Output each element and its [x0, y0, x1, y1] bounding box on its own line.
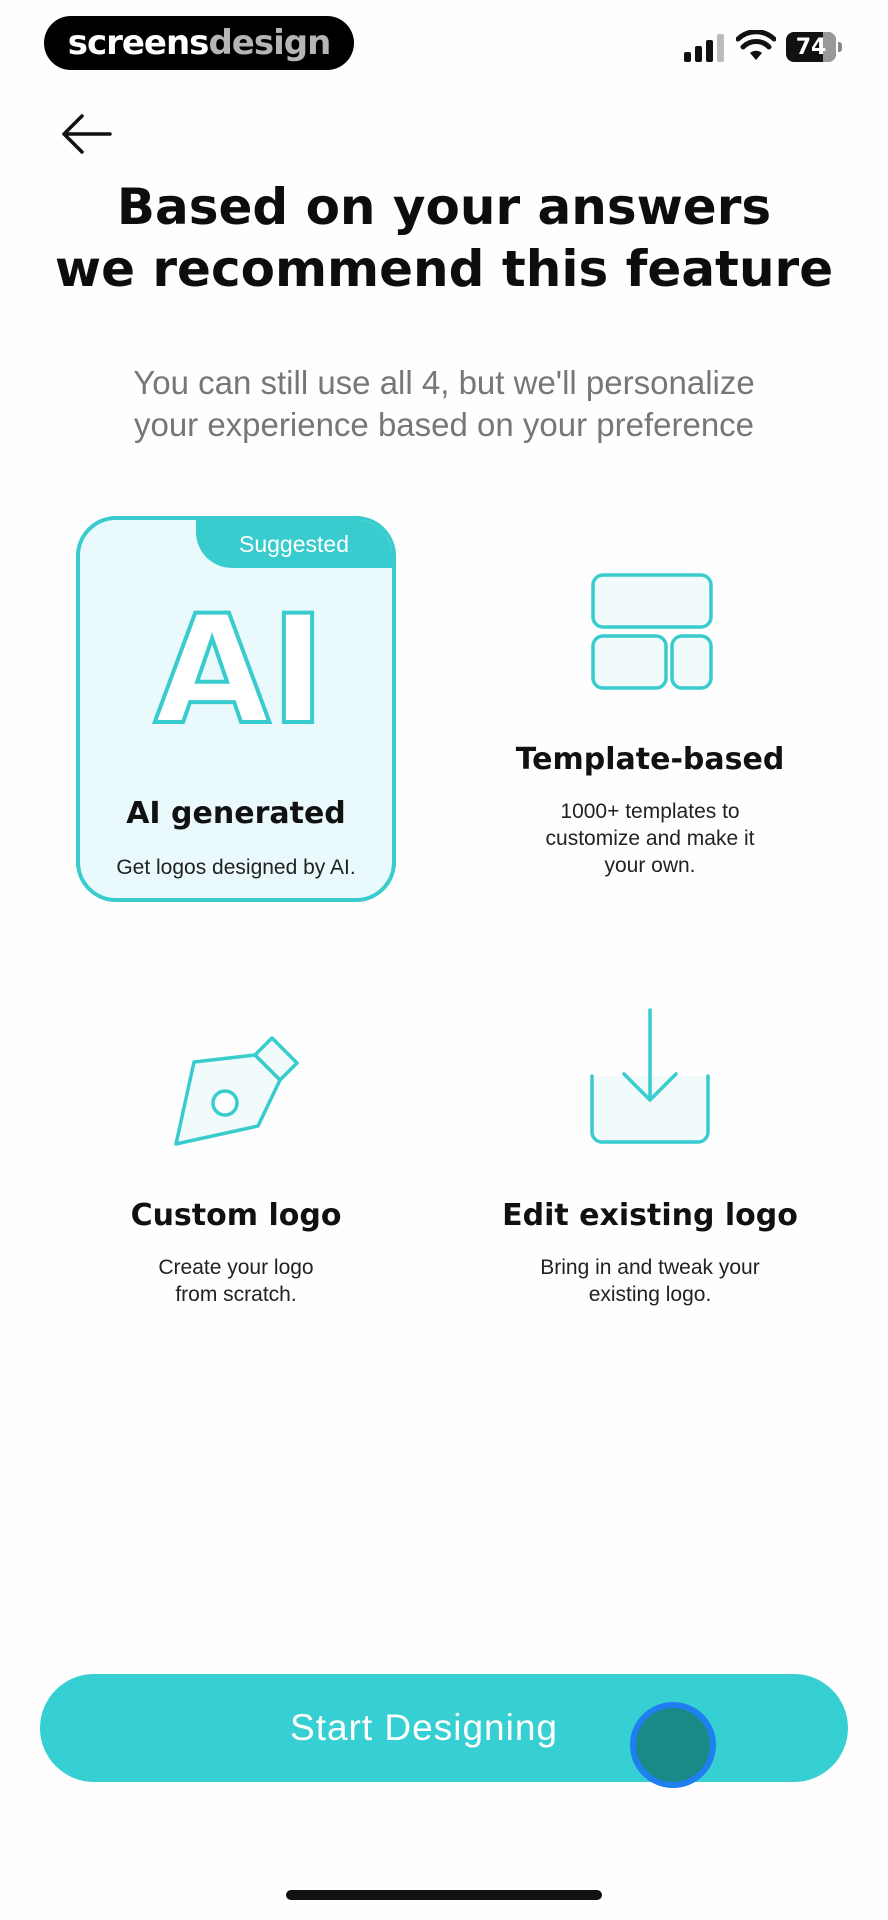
option-description-line: existing logo. [588, 1283, 712, 1306]
option-title: Template-based [515, 742, 785, 777]
option-title: Custom logo [130, 1198, 342, 1233]
option-custom-logo[interactable]: Custom logo Create your logo from scratc… [72, 988, 400, 1318]
option-edit-existing-logo[interactable]: Edit existing logo Bring in and tweak yo… [480, 988, 820, 1318]
brand-text-secondary: design [208, 23, 331, 63]
ai-icon: AI [140, 600, 340, 740]
page-subtitle: You can still use all 4, but we'll perso… [40, 362, 848, 446]
suggested-badge: Suggested [196, 520, 392, 568]
page-subtitle-line1: You can still use all 4, but we'll perso… [133, 364, 755, 401]
ai-icon-text: AI [154, 600, 326, 740]
option-description: Bring in and tweak your existing logo. [480, 1254, 820, 1308]
option-template-based[interactable]: Template-based 1000+ templates to custom… [484, 516, 816, 902]
back-button[interactable] [60, 112, 112, 156]
touch-indicator [630, 1702, 716, 1788]
brand-text-primary: screens [67, 23, 210, 63]
option-description: Create your logo from scratch. [72, 1254, 400, 1308]
battery-level: 74 [795, 34, 827, 60]
page-title-line1: Based on your answers [116, 178, 772, 236]
page-title-line2: we recommend this feature [54, 240, 834, 298]
start-designing-button[interactable]: Start Designing [40, 1674, 848, 1782]
option-ai-generated[interactable]: Suggested AI AI generated Get logos desi… [76, 516, 396, 902]
option-description: 1000+ templates to customize and make it… [484, 798, 816, 879]
wifi-icon [735, 29, 777, 62]
start-designing-label: Start Designing [290, 1707, 558, 1748]
arrow-left-icon [62, 114, 112, 154]
battery-icon: 74 [786, 32, 842, 62]
option-description: Get logos designed by AI. [116, 856, 356, 879]
option-description-line: from scratch. [175, 1283, 297, 1306]
page-subtitle-line2: your experience based on your preference [133, 406, 755, 443]
option-description-line: Bring in and tweak your [540, 1256, 760, 1279]
option-description-line: 1000+ templates to [560, 800, 740, 823]
brand-logo: screens design [44, 16, 354, 70]
option-description-line: customize and make it [545, 827, 755, 850]
option-title: Edit existing logo [502, 1198, 798, 1233]
cellular-signal-icon [684, 34, 726, 62]
home-indicator[interactable] [286, 1890, 602, 1900]
template-layout-icon [590, 572, 714, 692]
option-title: AI generated [126, 796, 346, 831]
option-description-line: your own. [604, 854, 696, 877]
pen-tool-icon [162, 1008, 312, 1158]
option-description-line: Create your logo [158, 1256, 314, 1279]
page-title: Based on your answers we recommend this … [40, 176, 848, 300]
download-icon [586, 1008, 714, 1158]
